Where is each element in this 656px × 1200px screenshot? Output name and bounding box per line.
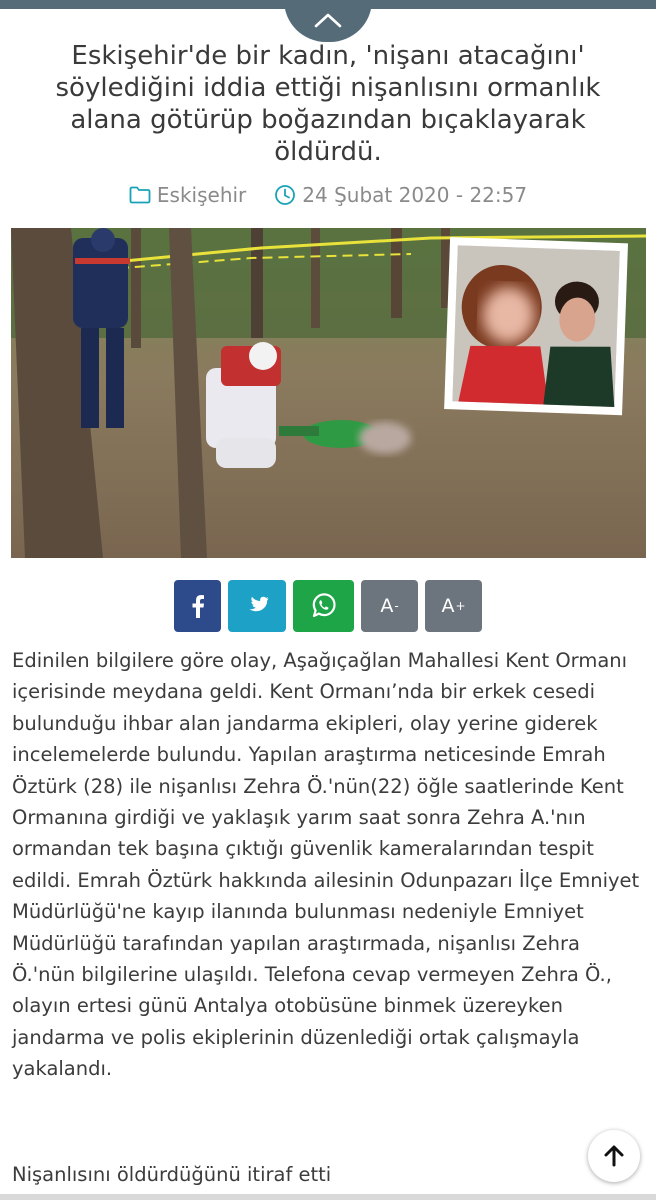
facebook-icon	[192, 595, 204, 618]
folder-icon	[129, 186, 151, 204]
scroll-to-top-button[interactable]	[588, 1130, 640, 1182]
article-body: Edinilen bilgilere göre olay, Aşağıçağla…	[12, 649, 640, 1081]
chevron-up-icon	[314, 13, 342, 28]
category-link[interactable]: Eskişehir	[129, 183, 246, 207]
twitter-icon	[249, 596, 269, 612]
collapse-button[interactable]	[284, 0, 372, 42]
publish-date-label: 24 Şubat 2020 - 22:57	[302, 183, 528, 207]
font-increase-mark: +	[455, 599, 466, 613]
article-subheading: Nişanlısını öldürdüğünü itiraf etti	[12, 1163, 332, 1186]
font-decrease-button[interactable]: A-	[361, 580, 418, 632]
clock-icon	[275, 185, 296, 205]
twitter-share-button[interactable]	[228, 580, 286, 632]
bottom-divider	[0, 1194, 656, 1200]
facebook-share-button[interactable]	[174, 580, 221, 632]
font-decrease-label: A	[380, 595, 394, 617]
share-buttons: A- A +	[0, 580, 656, 632]
article-meta: Eskişehir 24 Şubat 2020 - 22:57	[0, 180, 656, 210]
whatsapp-share-button[interactable]	[293, 580, 354, 632]
article-title: Eskişehir'de bir kadın, 'nişanı atacağın…	[55, 41, 601, 167]
publish-date: 24 Şubat 2020 - 22:57	[274, 183, 527, 207]
category-label: Eskişehir	[156, 183, 247, 207]
article-photo	[11, 228, 646, 558]
font-decrease-mark: -	[394, 599, 399, 613]
arrow-up-icon	[604, 1145, 624, 1167]
font-increase-label: A	[441, 595, 455, 617]
font-increase-button[interactable]: A +	[425, 580, 482, 632]
whatsapp-icon	[312, 593, 336, 618]
